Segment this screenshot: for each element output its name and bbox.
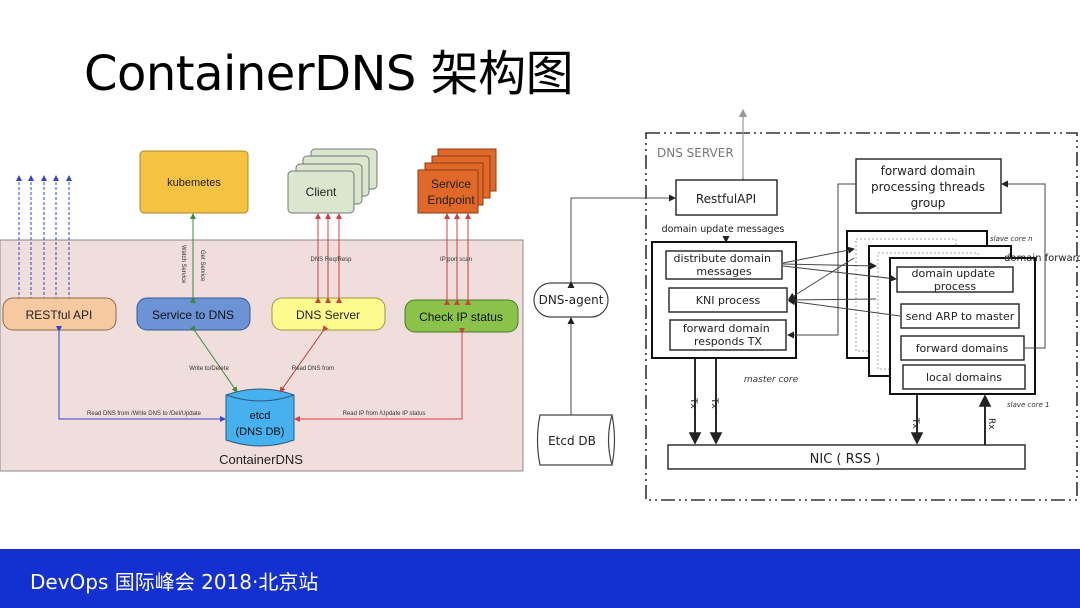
tx-label-2: Tx <box>709 397 719 409</box>
etcd-db-label: Etcd DB <box>548 434 596 448</box>
restful-etcd-label: Read DNS from /Write DNS to /Del/Update <box>87 411 202 417</box>
dns-server-diagram: DNS SERVER DNS-agent Etcd DB RestfulAPI … <box>533 108 1080 501</box>
service-endpoint-label-1: Service <box>431 177 471 191</box>
check-ip-status-label: Check IP status <box>419 310 503 324</box>
kubernetes-label: kubemetes <box>167 177 221 189</box>
master-core-label: master core <box>744 375 799 385</box>
slave-item-local-domains-label: local domains <box>926 371 1002 384</box>
slave-item-forward-domains-label: forward domains <box>916 342 1009 355</box>
etcd-database: etcd (DNS DB) <box>225 388 295 447</box>
service-endpoint-stack: Service Endpoint <box>417 148 497 214</box>
domain-update-messages-label: domain update messages <box>662 224 785 235</box>
dns-agent-label: DNS-agent <box>539 293 604 307</box>
slave-item-send-arp-label: send ARP to master <box>906 310 1015 323</box>
tx-label-1: Tx <box>688 397 698 409</box>
domain-forward-label: domain forward <box>1004 253 1080 264</box>
master-item-kni-label: KNI process <box>696 294 761 307</box>
slave-core-n-label: slave core n <box>990 235 1033 243</box>
etcd-label-2: (DNS DB) <box>236 426 285 438</box>
domain-update-line-2: process <box>934 280 977 293</box>
slave-core-1-label: slave core 1 <box>1007 401 1050 409</box>
dns-req-resp-label: DNS Req/Resp <box>310 257 352 263</box>
forward-group-label-1: forward domain <box>881 164 976 178</box>
distribute-line-1: distribute domain <box>674 252 771 265</box>
master-item-forward-tx-label: forward domain responds TX <box>683 322 773 348</box>
dns-server-label: DNS Server <box>296 308 360 322</box>
nic-label: NIC ( RSS ) <box>810 452 881 467</box>
get-service-label: Get Service <box>199 250 205 282</box>
distribute-line-2: messages <box>696 265 751 278</box>
restful-api-label-right: RestfulAPI <box>696 192 756 206</box>
domain-update-line-1: domain update <box>912 267 996 280</box>
rx-label: Rx <box>986 418 996 430</box>
forward-group-label-3: group <box>911 196 946 210</box>
forward-group-label-2: processing threads <box>871 180 985 194</box>
etcd-db-cylinder: Etcd DB <box>536 414 616 466</box>
checkip-etcd-label: Read IP from /Update IP status <box>343 411 426 417</box>
watch-service-label: Watch Service <box>180 245 186 284</box>
tx-label-3: Tx <box>910 417 920 429</box>
architecture-diagram: ContainerDNS kubemetes Client Service En… <box>0 108 1080 501</box>
service-endpoint-label-2: Endpoint <box>427 193 475 207</box>
restful-api-label: RESTful API <box>26 308 93 322</box>
client-stack: Client <box>287 148 378 214</box>
forward-tx-line-2: responds TX <box>694 335 762 348</box>
etcd-label-1: etcd <box>250 410 271 422</box>
forward-tx-line-1: forward domain <box>683 322 770 335</box>
read-dns-from-label: Read DNS from <box>292 366 334 372</box>
write-delete-label: Write to/Delete <box>189 366 229 372</box>
service-to-dns-label: Service to DNS <box>152 308 234 322</box>
dns-server-label: DNS SERVER <box>657 146 734 160</box>
footer-text: DevOps 国际峰会 2018·北京站 <box>30 570 319 594</box>
footer-bar: DevOps 国际峰会 2018·北京站 <box>0 549 1080 608</box>
containerdns-diagram: ContainerDNS kubemetes Client Service En… <box>0 148 524 472</box>
client-label: Client <box>306 185 337 199</box>
ip-port-scan-label: IP port scan <box>440 257 472 263</box>
containerdns-label: ContainerDNS <box>219 452 303 467</box>
